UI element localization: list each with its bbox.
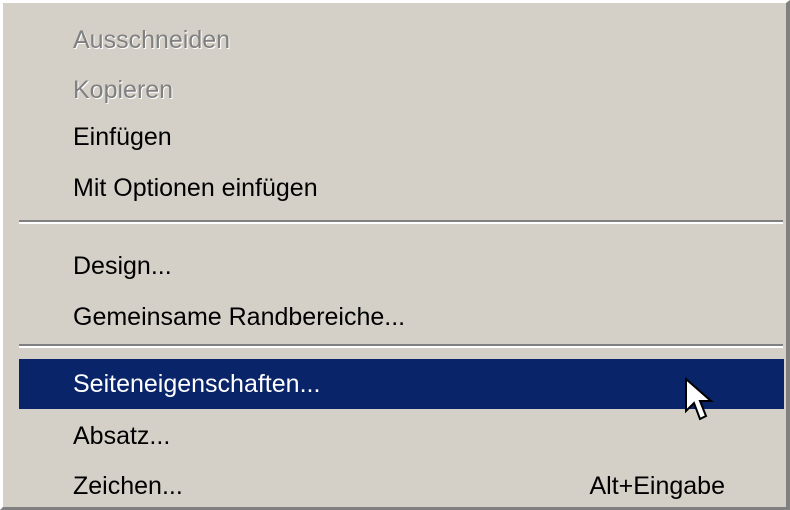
menu-separator [19,220,783,224]
context-menu: Ausschneiden Kopieren Einfügen Mit Optio… [0,0,790,510]
menu-item-label: Einfügen [73,123,172,151]
menu-item-mit-optionen-einfuegen[interactable]: Mit Optionen einfügen [19,165,784,211]
menu-item-seiteneigenschaften[interactable]: Seiteneigenschaften... [19,359,784,409]
menu-item-label: Gemeinsame Randbereiche... [73,303,406,331]
menu-item-kopieren: Kopieren [19,67,784,113]
menu-item-gemeinsame-randbereiche[interactable]: Gemeinsame Randbereiche... [19,294,784,340]
menu-item-einfuegen[interactable]: Einfügen [19,114,784,160]
arrow-pointer-icon [685,377,714,421]
menu-separator [19,344,783,348]
menu-item-design[interactable]: Design... [19,243,784,289]
menu-item-label: Absatz... [73,422,171,450]
menu-item-absatz[interactable]: Absatz... [19,413,784,459]
menu-item-label: Design... [73,252,172,280]
menu-item-zeichen[interactable]: Zeichen... Alt+Eingabe [19,463,784,509]
menu-item-shortcut: Alt+Eingabe [589,472,725,500]
menu-item-label: Ausschneiden [73,26,231,54]
menu-item-ausschneiden: Ausschneiden [19,17,784,63]
menu-item-label: Zeichen... [73,472,183,500]
menu-item-label: Mit Optionen einfügen [73,174,318,202]
menu-item-label: Kopieren [73,76,174,104]
menu-item-label: Seiteneigenschaften... [73,370,321,398]
